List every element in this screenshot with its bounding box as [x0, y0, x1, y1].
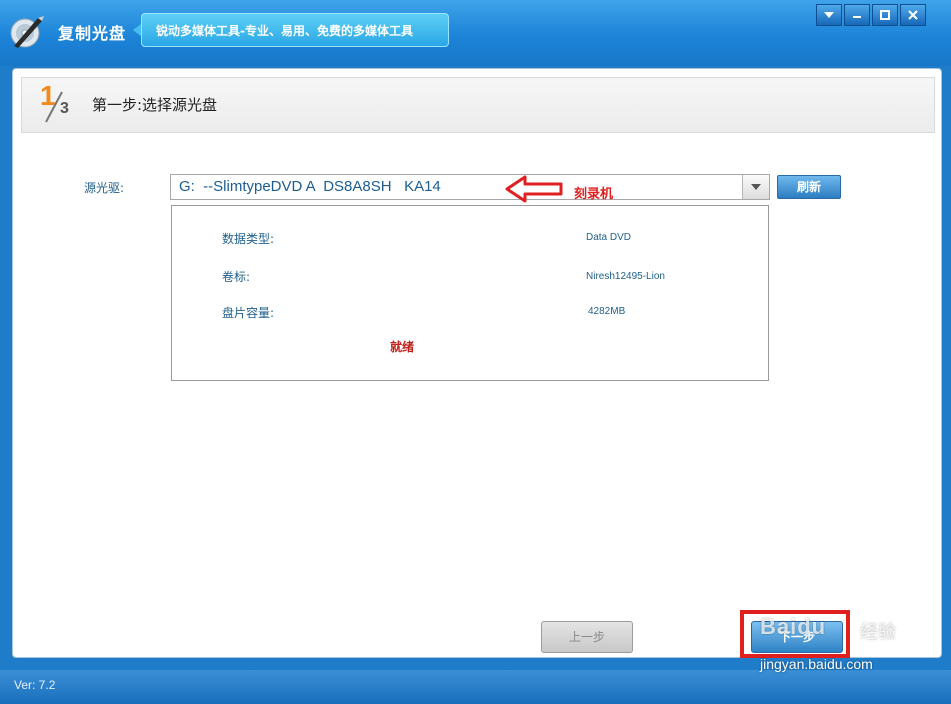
source-drive-select[interactable]: G: --SlimtypeDVD A DS8A8SH KA14: [170, 174, 770, 200]
slogan-banner: 锐动多媒体工具-专业、易用、免费的多媒体工具: [141, 13, 449, 47]
menu-button[interactable]: [816, 4, 842, 26]
annotation-arrow-icon: [505, 175, 563, 203]
maximize-icon: [880, 10, 890, 20]
annotation-label: 刻录机: [574, 187, 614, 202]
volume-label-value: Niresh12495-Lion: [586, 271, 665, 282]
minimize-button[interactable]: [844, 4, 870, 26]
minimize-icon: [853, 16, 861, 18]
drive-dropdown-button[interactable]: [742, 175, 769, 199]
capacity-value: 4282MB: [588, 306, 626, 317]
capacity-label: 盘片容量:: [222, 306, 275, 320]
volume-label-label: 卷标:: [222, 270, 251, 284]
chevron-down-icon: [751, 184, 761, 190]
watermark-brand: Baidu: [760, 614, 827, 639]
step-header: 1 3 第一步:选择源光盘: [21, 77, 935, 133]
dropdown-menu-icon: [824, 12, 834, 18]
main-panel: 1 3 第一步:选择源光盘 源光驱: G: --SlimtypeDVD A DS…: [12, 68, 942, 658]
status-ready-text: 就绪: [390, 340, 415, 354]
step-total-number: 3: [60, 100, 69, 117]
maximize-button[interactable]: [872, 4, 898, 26]
previous-step-button[interactable]: 上一步: [541, 621, 633, 653]
watermark-url: jingyan.baidu.com: [760, 656, 873, 672]
version-text: Ver: 7.2: [14, 678, 56, 692]
data-type-value: Data DVD: [586, 232, 632, 243]
selected-drive-value: G: --SlimtypeDVD A DS8A8SH KA14: [179, 178, 441, 195]
data-type-label: 数据类型:: [222, 232, 275, 246]
watermark: Baidu 经验 jingyan.baidu.com: [760, 604, 940, 674]
watermark-cn-text: 经验: [860, 622, 896, 643]
status-bar: Ver: 7.2: [0, 670, 951, 704]
refresh-button[interactable]: 刷新: [777, 175, 841, 199]
title-bar: 复制光盘 锐动多媒体工具-专业、易用、免费的多媒体工具: [0, 0, 951, 66]
source-drive-label: 源光驱:: [84, 181, 125, 195]
disc-copy-logo-icon: [10, 16, 44, 48]
close-icon: [908, 10, 918, 20]
disc-info-box: 数据类型: Data DVD 卷标: Niresh12495-Lion 盘片容量…: [171, 205, 769, 381]
step-title: 第一步:选择源光盘: [92, 96, 218, 114]
close-button[interactable]: [900, 4, 926, 26]
app-title: 复制光盘: [58, 24, 127, 43]
